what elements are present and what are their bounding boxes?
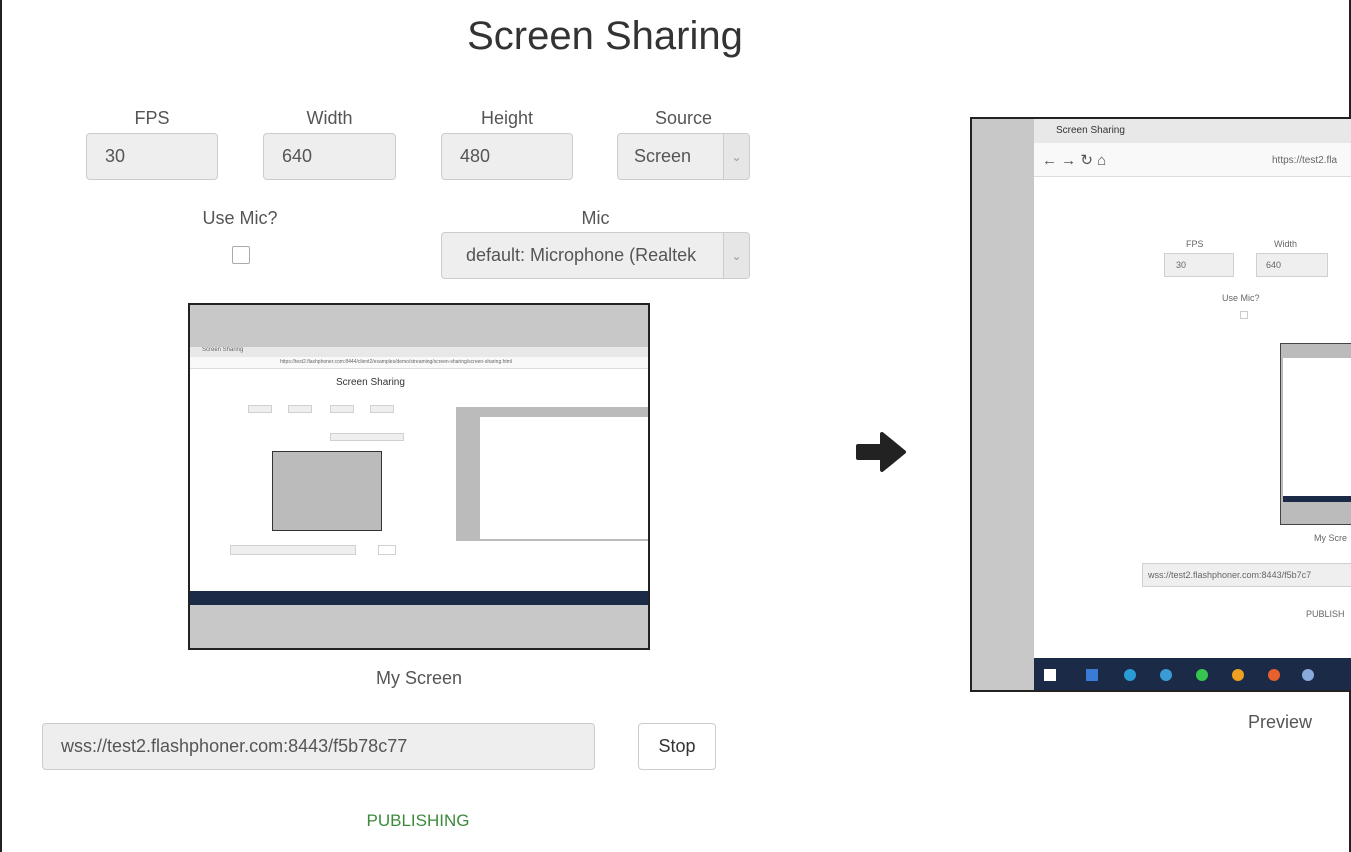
remote-checkbox: [1240, 311, 1248, 319]
mic-select[interactable]: default: Microphone (Realtek ⌄: [441, 232, 750, 279]
source-select[interactable]: Screen ⌄: [617, 133, 750, 180]
height-label: Height: [480, 108, 534, 128]
mic-label: Mic: [581, 208, 610, 228]
captured-local-video: [272, 451, 382, 531]
remote-fps-value: 30: [1176, 260, 1187, 270]
remote-nested-video: [1280, 343, 1351, 525]
remote-use-mic-label: Use Mic?: [1222, 293, 1260, 303]
captured-tab-title: Screen Sharing: [202, 347, 244, 353]
remote-taskbar: [1034, 658, 1351, 690]
captured-field: [330, 405, 354, 413]
remote-nav-icons: ← → ↻ ⌂: [1042, 152, 1107, 169]
captured-stop-button: [378, 545, 396, 555]
captured-taskbar: [190, 591, 648, 605]
captured-field: [248, 405, 272, 413]
captured-field: [288, 405, 312, 413]
remote-status: PUBLISH: [1306, 609, 1345, 619]
remote-width-label: Width: [1274, 239, 1298, 249]
mic-select-value: default: Microphone (Realtek: [466, 245, 697, 265]
local-video-caption: My Screen: [375, 668, 463, 688]
taskbar-app-icon: [1124, 669, 1136, 681]
chevron-down-icon: ⌄: [723, 233, 749, 278]
arrow-right-icon: [852, 426, 908, 478]
source-select-value: Screen: [634, 146, 692, 166]
use-mic-label: Use Mic?: [202, 208, 278, 228]
use-mic-checkbox[interactable]: [232, 246, 250, 264]
remote-nested-taskbar: [1283, 496, 1351, 502]
preview-caption: Preview: [1247, 712, 1313, 732]
taskbar-app-icon: [1302, 669, 1314, 681]
captured-url: https://test2.flashphoner.com:8444/clien…: [280, 359, 513, 365]
captured-url-field: [230, 545, 356, 555]
fps-label: FPS: [134, 108, 170, 128]
height-input[interactable]: 480: [441, 133, 573, 180]
remote-tab-title: Screen Sharing: [1056, 125, 1125, 136]
remote-width-value: 640: [1266, 260, 1282, 270]
remote-nested-screen: [1283, 358, 1351, 500]
remote-captured-screen: Screen Sharing ← → ↻ ⌂ https://test2.fla…: [1034, 119, 1351, 690]
remote-fps-label: FPS: [1186, 239, 1204, 249]
captured-mic-select: [330, 433, 404, 441]
captured-page-title: Screen Sharing: [336, 377, 405, 388]
captured-remote-content: [480, 417, 648, 539]
server-url-input[interactable]: wss://test2.flashphoner.com:8443/f5b78c7…: [42, 723, 595, 770]
captured-tab-bar: [190, 347, 648, 357]
width-label: Width: [306, 108, 353, 128]
taskbar-app-icon: [1160, 669, 1172, 681]
status-text: PUBLISHING: [366, 811, 470, 830]
remote-fps-field: [1164, 253, 1234, 277]
page-title: Screen Sharing: [467, 14, 743, 58]
windows-start-icon: [1044, 669, 1056, 681]
width-input[interactable]: 640: [263, 133, 396, 180]
fps-input[interactable]: 30: [86, 133, 218, 180]
taskbar-app-icon: [1232, 669, 1244, 681]
taskbar-app-icon: [1086, 669, 1098, 681]
chevron-down-icon: ⌄: [723, 134, 749, 179]
remote-my-screen-caption: My Scre: [1314, 533, 1348, 543]
remote-video: Screen Sharing ← → ↻ ⌂ https://test2.fla…: [970, 117, 1351, 692]
remote-url: https://test2.fla: [1272, 155, 1338, 166]
stop-button[interactable]: Stop: [638, 723, 716, 770]
source-label: Source: [654, 108, 713, 128]
captured-field: [370, 405, 394, 413]
local-video: Screen Sharing https://test2.flashphoner…: [188, 303, 650, 650]
captured-screen: Screen Sharing https://test2.flashphoner…: [190, 347, 648, 605]
taskbar-app-icon: [1196, 669, 1208, 681]
taskbar-app-icon: [1268, 669, 1280, 681]
remote-url-value: wss://test2.flashphoner.com:8443/f5b7c7: [1148, 570, 1312, 580]
